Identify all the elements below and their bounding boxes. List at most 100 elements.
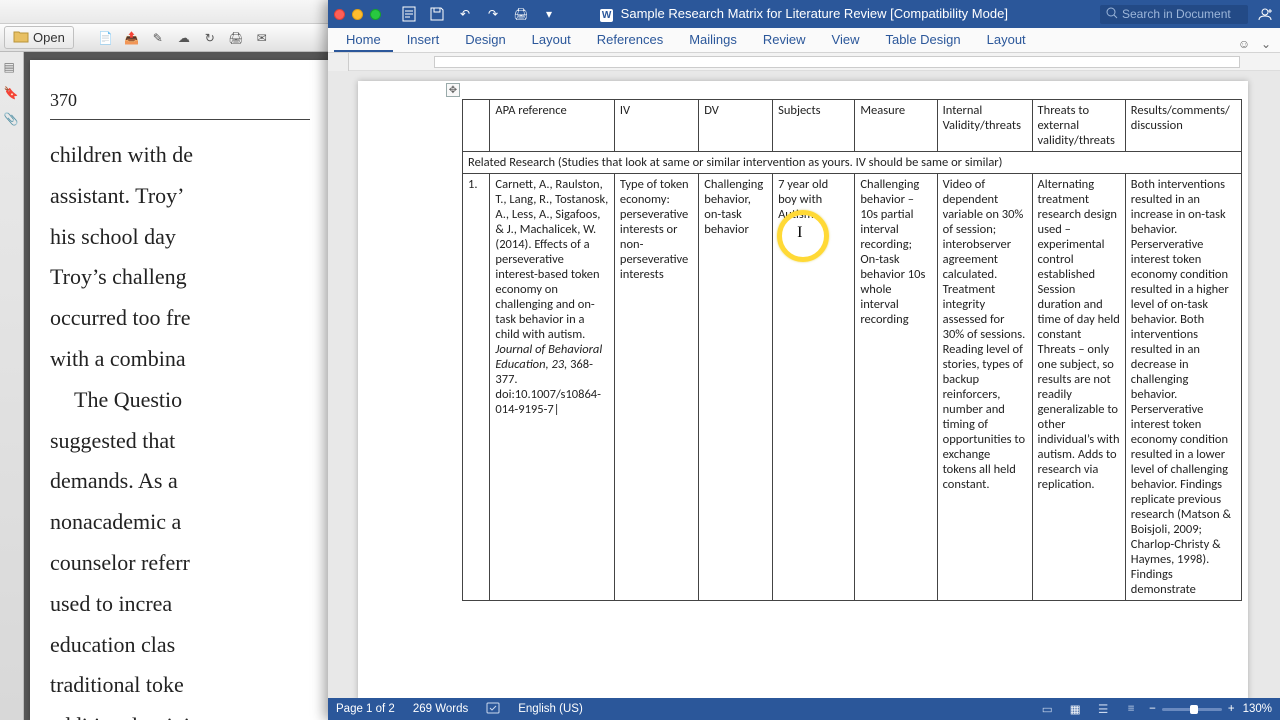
search-box[interactable] <box>1100 5 1248 24</box>
save-icon[interactable] <box>429 6 445 22</box>
print-layout-icon[interactable]: ▦ <box>1065 702 1085 716</box>
zoom-slider[interactable]: − + <box>1149 703 1234 715</box>
minimize-window-button[interactable] <box>352 9 363 20</box>
pdf-bookmark-icon[interactable]: 🔖 <box>4 86 20 102</box>
col-apa[interactable]: APA reference <box>490 100 614 152</box>
pdf-edit-icon[interactable]: ✎ <box>148 28 168 48</box>
tab-review[interactable]: Review <box>751 28 818 52</box>
pdf-export-icon[interactable]: 📤 <box>122 28 142 48</box>
search-input[interactable] <box>1122 7 1242 21</box>
i-beam-cursor-icon: I <box>797 224 802 242</box>
subjects-text: 7 year old boy with Autism <box>778 177 828 222</box>
spellcheck-icon[interactable] <box>486 702 500 717</box>
tab-layout2[interactable]: Layout <box>975 28 1038 52</box>
status-wordcount[interactable]: 269 Words <box>413 703 468 715</box>
zoom-percent[interactable]: 130% <box>1243 703 1272 715</box>
redo-icon[interactable]: ↷ <box>485 6 501 22</box>
col-measure[interactable]: Measure <box>855 100 937 152</box>
pdf-sync-icon[interactable]: ↻ <box>200 28 220 48</box>
pdf-line: occurred too fre <box>50 303 310 334</box>
ribbon-tabs: Home Insert Design Layout References Mai… <box>328 28 1280 53</box>
feedback-icon[interactable]: ☺ <box>1236 36 1252 52</box>
close-window-button[interactable] <box>334 9 345 20</box>
zoom-in-icon[interactable]: + <box>1228 703 1235 715</box>
tab-design[interactable]: Design <box>453 28 517 52</box>
col-dv[interactable]: DV <box>699 100 773 152</box>
search-icon <box>1106 7 1118 22</box>
col-internal[interactable]: Internal Validity/threats <box>937 100 1032 152</box>
pdf-line: nonacademic a <box>50 507 310 538</box>
pdf-mail-icon[interactable]: ✉ <box>252 28 272 48</box>
qat-menu-icon[interactable]: ▾ <box>541 6 557 22</box>
document-icon[interactable] <box>401 6 417 22</box>
col-subjects[interactable]: Subjects <box>773 100 855 152</box>
table-row: 1. Carnett, A., Raulston, T., Lang, R., … <box>463 174 1242 601</box>
document-title-text: Sample Research Matrix for Literature Re… <box>621 6 1008 21</box>
table-move-handle[interactable]: ✥ <box>446 83 460 97</box>
pdf-line: children with de <box>50 140 310 171</box>
word-app-icon: W <box>600 9 613 22</box>
folder-icon <box>13 29 29 46</box>
col-iv[interactable]: IV <box>614 100 698 152</box>
pdf-line: The Questio <box>50 385 310 416</box>
cell-measure[interactable]: Challenging behavior – 10s partial inter… <box>855 174 937 601</box>
document-page: ✥ APA reference IV DV Subjects Measure I… <box>358 81 1248 698</box>
pdf-line: Troy’s challeng <box>50 262 310 293</box>
col-threats[interactable]: Threats to external validity/threats <box>1032 100 1125 152</box>
web-layout-icon[interactable]: ☰ <box>1093 702 1113 716</box>
cell-threats[interactable]: Alternating treatment research design us… <box>1032 174 1125 601</box>
pdf-line: education clas <box>50 630 310 661</box>
undo-icon[interactable]: ↶ <box>457 6 473 22</box>
pdf-line: with a combina <box>50 344 310 375</box>
section-header-row: Related Research (Studies that look at s… <box>463 152 1242 174</box>
window-controls <box>334 9 381 20</box>
tab-table-design[interactable]: Table Design <box>873 28 972 52</box>
tab-insert[interactable]: Insert <box>395 28 452 52</box>
share-icon[interactable] <box>1256 5 1274 23</box>
pdf-menubar <box>0 0 330 24</box>
tab-home[interactable]: Home <box>334 28 393 52</box>
zoom-out-icon[interactable]: − <box>1149 703 1156 715</box>
tab-mailings[interactable]: Mailings <box>677 28 749 52</box>
status-page[interactable]: Page 1 of 2 <box>336 703 395 715</box>
pdf-attach-icon[interactable]: 📎 <box>4 112 20 128</box>
cell-dv[interactable]: Challenging behavior, on-task behavior <box>699 174 773 601</box>
cell-iv[interactable]: Type of token economy: perseverative int… <box>614 174 698 601</box>
tab-references[interactable]: References <box>585 28 675 52</box>
document-area[interactable]: ✥ APA reference IV DV Subjects Measure I… <box>328 71 1280 698</box>
word-titlebar: ↶ ↷ 🖨 ▾ W Sample Research Matrix for Lit… <box>328 0 1280 28</box>
zoom-track[interactable] <box>1162 708 1222 711</box>
pdf-line: used to increa <box>50 589 310 620</box>
pdf-sidebar: ▤ 🔖 📎 <box>0 52 24 720</box>
horizontal-ruler[interactable] <box>328 53 1280 71</box>
cell-results[interactable]: Both interventions resulted in an increa… <box>1125 174 1241 601</box>
pdf-page-number: 370 <box>50 90 310 120</box>
word-window: ↶ ↷ 🖨 ▾ W Sample Research Matrix for Lit… <box>328 0 1280 720</box>
focus-view-icon[interactable]: ▭ <box>1037 702 1057 716</box>
pdf-line: demands. As a <box>50 466 310 497</box>
cell-subjects[interactable]: 7 year old boy with Autism I <box>773 174 855 601</box>
zoom-window-button[interactable] <box>370 9 381 20</box>
col-results[interactable]: Results/comments/ discussion <box>1125 100 1241 152</box>
quick-access-toolbar: ↶ ↷ 🖨 ▾ <box>401 6 557 22</box>
cell-apa[interactable]: Carnett, A., Raulston, T., Lang, R., Tos… <box>490 174 614 601</box>
status-language[interactable]: English (US) <box>518 703 583 715</box>
tab-view[interactable]: View <box>820 28 872 52</box>
pdf-line: suggested that <box>50 426 310 457</box>
pdf-pages-icon[interactable]: ▤ <box>4 60 20 76</box>
tab-layout[interactable]: Layout <box>520 28 583 52</box>
col-num[interactable] <box>463 100 490 152</box>
pdf-print-icon[interactable]: 🖨 <box>226 28 246 48</box>
ribbon-collapse-icon[interactable]: ⌄ <box>1258 36 1274 52</box>
pdf-line: his school day <box>50 222 310 253</box>
research-matrix-table[interactable]: APA reference IV DV Subjects Measure Int… <box>462 99 1242 601</box>
cell-num[interactable]: 1. <box>463 174 490 601</box>
cell-internal[interactable]: Video of dependent variable on 30% of se… <box>937 174 1032 601</box>
apa-text: Carnett, A., Raulston, T., Lang, R., Tos… <box>495 177 608 342</box>
pdf-cloud-icon[interactable]: ☁ <box>174 28 194 48</box>
pdf-create-icon[interactable]: 📄 <box>96 28 116 48</box>
section-header[interactable]: Related Research (Studies that look at s… <box>463 152 1242 174</box>
pdf-open-button[interactable]: Open <box>4 26 74 49</box>
print-icon[interactable]: 🖨 <box>513 6 529 22</box>
outline-view-icon[interactable]: ≡ <box>1121 702 1141 716</box>
